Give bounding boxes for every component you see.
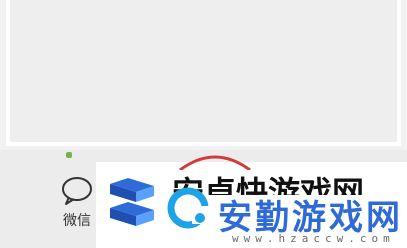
content-card xyxy=(6,0,401,146)
green-marker xyxy=(66,152,72,158)
chat-bubble-icon xyxy=(62,177,92,205)
share-wechat-label: 微信 xyxy=(63,213,91,229)
share-wechat-button[interactable]: 微信 xyxy=(52,176,102,236)
red-circle-arc xyxy=(179,155,251,170)
site-logo-icon xyxy=(110,178,210,229)
watermark-url: www.hzaccw.com xyxy=(232,232,395,245)
